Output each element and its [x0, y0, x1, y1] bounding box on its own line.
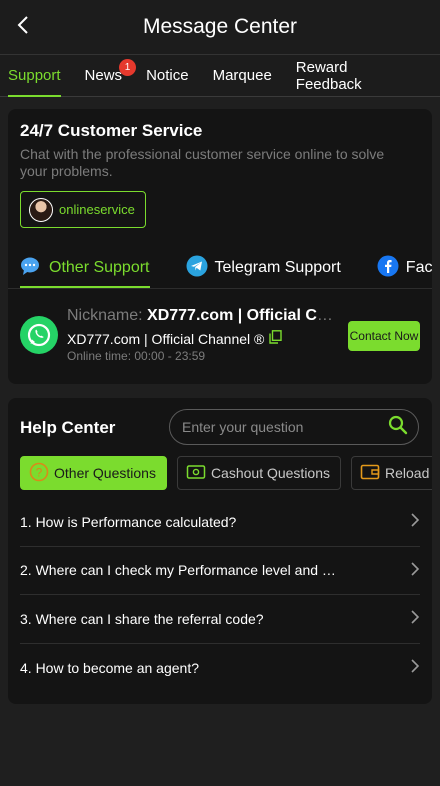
contact-row: Nickname: XD777.com | Official Channel ®… — [20, 301, 420, 371]
contact-now-button[interactable]: Contact Now — [348, 321, 420, 351]
tab-notice[interactable]: Notice — [146, 55, 189, 96]
chevron-right-icon — [410, 561, 420, 580]
search-input[interactable] — [182, 419, 388, 435]
channel-name: XD777.com | Official Channel ® — [67, 330, 283, 347]
support-tab-facebook[interactable]: Facebook — [377, 249, 432, 287]
chevron-right-icon — [410, 609, 420, 628]
tab-support[interactable]: Support — [8, 55, 61, 97]
svg-text:?: ? — [36, 465, 43, 479]
chevron-left-icon — [16, 15, 30, 40]
question-categories: ? Other Questions Cashout Questions Relo… — [20, 456, 432, 490]
help-center-card: Help Center ? Other Questions Cashout Qu… — [8, 398, 432, 704]
avatar — [29, 197, 53, 222]
chevron-right-icon — [410, 512, 420, 531]
cash-icon — [186, 463, 206, 484]
page-title: Message Center — [142, 15, 298, 38]
category-reload-questions[interactable]: Reload Questions — [351, 456, 432, 490]
wallet-icon — [360, 463, 380, 484]
category-cashout-questions[interactable]: Cashout Questions — [176, 456, 342, 490]
customer-service-title: 24/7 Customer Service — [20, 121, 203, 140]
news-badge: 1 — [119, 59, 137, 76]
support-tabs: Other Support Telegram Support Facebook — [20, 249, 432, 288]
search-box — [169, 409, 419, 445]
list-item[interactable]: 1. How is Performance calculated? — [20, 498, 420, 547]
help-center-title: Help Center — [20, 418, 116, 437]
customer-service-card: 24/7 Customer Service Chat with the prof… — [8, 109, 432, 384]
list-item[interactable]: 4. How to become an agent? — [20, 644, 420, 693]
whatsapp-icon — [20, 316, 58, 354]
category-other-questions[interactable]: ? Other Questions — [20, 456, 167, 490]
tab-marquee[interactable]: Marquee — [213, 55, 272, 96]
copy-icon[interactable] — [269, 330, 283, 347]
message-tabs: Support News 1 Notice Marquee Reward Fee… — [0, 54, 440, 97]
chevron-right-icon — [410, 658, 420, 677]
online-time: Online time: 00:00 - 23:59 — [67, 349, 206, 363]
tab-reward-feedback[interactable]: Reward Feedback — [296, 55, 416, 96]
question-circle-icon: ? — [29, 462, 49, 485]
tab-news[interactable]: News 1 — [85, 55, 137, 96]
search-icon[interactable] — [388, 415, 408, 440]
support-divider — [8, 288, 432, 289]
nickname: Nickname: XD777.com | Official Channel ® — [67, 307, 342, 324]
question-list: 1. How is Performance calculated? 2. Whe… — [20, 498, 420, 692]
telegram-icon — [186, 255, 208, 282]
customer-service-description: Chat with the professional customer serv… — [20, 146, 385, 179]
chat-bubble-icon — [20, 256, 42, 281]
facebook-icon — [377, 255, 399, 282]
back-button[interactable] — [10, 14, 36, 40]
online-service-button[interactable]: onlineservice — [20, 191, 146, 228]
support-tab-other[interactable]: Other Support — [20, 249, 150, 288]
support-tab-telegram[interactable]: Telegram Support — [186, 249, 341, 287]
list-item[interactable]: 3. Where can I share the referral code? — [20, 595, 420, 644]
header: Message Center — [0, 0, 440, 54]
list-item[interactable]: 2. Where can I check my Performance leve… — [20, 547, 420, 595]
